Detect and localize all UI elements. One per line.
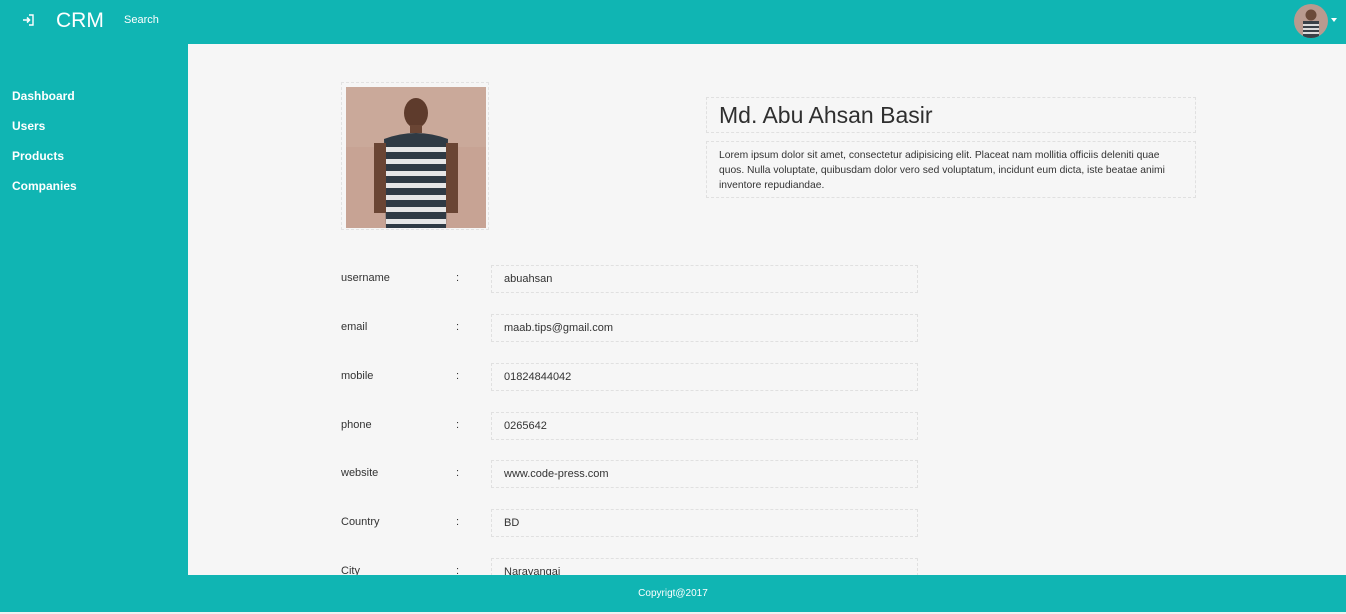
sidebar-item-users[interactable]: Users bbox=[0, 118, 188, 148]
chevron-down-icon[interactable] bbox=[1331, 18, 1337, 22]
profile-name-box: Md. Abu Ahsan Basir bbox=[706, 97, 1196, 133]
field-separator: : bbox=[456, 516, 460, 528]
field-label: Country bbox=[341, 516, 380, 528]
search-link[interactable]: Search bbox=[124, 14, 159, 26]
profile-name: Md. Abu Ahsan Basir bbox=[719, 102, 933, 128]
username-value: abuahsan bbox=[491, 265, 918, 293]
profile-content: Md. Abu Ahsan Basir Lorem ipsum dolor si… bbox=[188, 44, 1346, 575]
field-label: website bbox=[341, 467, 379, 479]
sidebar-item-companies[interactable]: Companies bbox=[0, 178, 188, 208]
field-separator: : bbox=[456, 321, 460, 333]
field-label: username bbox=[341, 272, 390, 284]
top-navbar: CRM Search bbox=[0, 0, 1346, 44]
sidebar-item-products[interactable]: Products bbox=[0, 148, 188, 178]
website-value: www.code-press.com bbox=[491, 460, 918, 488]
email-value: maab.tips@gmail.com bbox=[491, 314, 918, 342]
profile-photo bbox=[346, 87, 486, 228]
field-row-username: username : abuahsan bbox=[341, 265, 921, 295]
footer: Copyrigt@2017 bbox=[0, 575, 1346, 612]
brand-logo[interactable]: CRM bbox=[56, 9, 104, 33]
field-row-website: website : www.code-press.com bbox=[341, 460, 921, 490]
profile-bio: Lorem ipsum dolor sit amet, consectetur … bbox=[706, 141, 1196, 198]
field-separator: : bbox=[456, 467, 460, 479]
field-separator: : bbox=[456, 370, 460, 382]
phone-value: 0265642 bbox=[491, 412, 918, 440]
field-label: email bbox=[341, 321, 368, 333]
city-value: Narayangaj bbox=[491, 558, 918, 575]
field-label: City bbox=[341, 565, 360, 575]
mobile-value: 01824844042 bbox=[491, 363, 918, 391]
field-label: phone bbox=[341, 419, 372, 431]
field-row-email: email : maab.tips@gmail.com bbox=[341, 314, 921, 344]
profile-photo-frame bbox=[341, 82, 489, 230]
field-label: mobile bbox=[341, 370, 374, 382]
field-separator: : bbox=[456, 272, 460, 284]
sidebar-item-dashboard[interactable]: Dashboard bbox=[0, 88, 188, 118]
user-avatar[interactable] bbox=[1294, 4, 1328, 38]
field-separator: : bbox=[456, 565, 460, 575]
country-value: BD bbox=[491, 509, 918, 537]
copyright-text: Copyrigt@2017 bbox=[638, 588, 708, 599]
sidebar: Dashboard Users Products Companies bbox=[0, 44, 188, 575]
field-separator: : bbox=[456, 419, 460, 431]
field-row-phone: phone : 0265642 bbox=[341, 412, 921, 442]
field-row-mobile: mobile : 01824844042 bbox=[341, 363, 921, 393]
field-row-country: Country : BD bbox=[341, 509, 921, 539]
sign-in-icon[interactable] bbox=[20, 13, 36, 29]
field-row-city: City : Narayangaj bbox=[341, 558, 921, 575]
